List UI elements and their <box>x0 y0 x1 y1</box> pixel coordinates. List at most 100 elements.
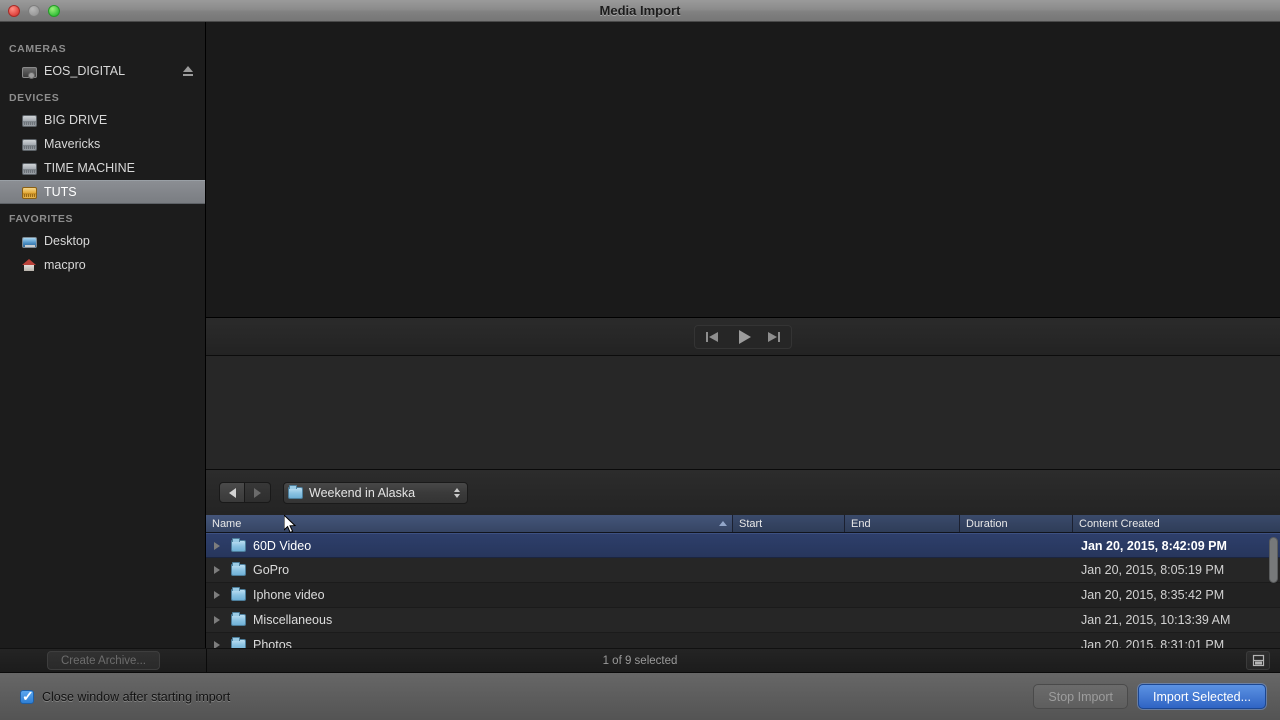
sidebar-item-tuts[interactable]: TUTS <box>0 180 205 204</box>
column-header-end[interactable]: End <box>845 515 960 532</box>
table-row[interactable]: 60D Video Jan 20, 2015, 8:42:09 PM <box>206 533 1280 558</box>
window-title: Media Import <box>599 3 681 18</box>
sidebar-item-macpro[interactable]: macpro <box>0 253 205 277</box>
column-header-duration[interactable]: Duration <box>960 515 1073 532</box>
disclosure-triangle-icon[interactable] <box>214 616 224 624</box>
navigation-buttons <box>219 482 271 503</box>
column-header-label: Start <box>739 517 763 530</box>
folder-icon <box>231 587 246 601</box>
current-folder-label: Weekend in Alaska <box>309 485 416 500</box>
cell-start <box>733 558 845 582</box>
column-header-label: Name <box>212 517 242 530</box>
import-selected-button[interactable]: Import Selected... <box>1138 684 1266 709</box>
selection-status-label: 1 of 9 selected <box>602 654 678 667</box>
cell-name: GoPro <box>206 558 733 582</box>
chevron-updown-icon <box>454 487 461 499</box>
cell-end <box>845 534 960 557</box>
table-row[interactable]: Miscellaneous Jan 21, 2015, 10:13:39 AM <box>206 608 1280 633</box>
sidebar-item-label: macpro <box>44 258 86 272</box>
sort-ascending-icon <box>719 521 727 526</box>
home-icon <box>22 258 37 272</box>
cell-name: Iphone video <box>206 583 733 607</box>
cell-start <box>733 608 845 632</box>
cell-start <box>733 534 845 557</box>
column-header-content-created[interactable]: Content Created <box>1073 515 1273 532</box>
cell-duration <box>960 608 1073 632</box>
cell-content-created: Jan 20, 2015, 8:05:19 PM <box>1081 563 1225 577</box>
drive-icon <box>22 162 37 175</box>
disclosure-triangle-icon[interactable] <box>214 591 224 599</box>
vertical-scrollbar-thumb[interactable] <box>1269 537 1278 583</box>
go-to-end-icon[interactable] <box>763 329 783 345</box>
folder-icon <box>231 562 246 576</box>
sidebar-item-eos-digital[interactable]: EOS_DIGITAL <box>0 59 205 83</box>
file-list: Name Start End Duration Content Created <box>206 515 1280 660</box>
column-header-label: Content Created <box>1079 517 1160 530</box>
path-bar: Weekend in Alaska <box>206 470 1280 515</box>
sidebar-item-label: BIG DRIVE <box>44 113 108 127</box>
play-icon[interactable] <box>733 329 753 345</box>
sidebar-item-time-machine[interactable]: TIME MACHINE <box>0 156 205 180</box>
row-name-label: GoPro <box>253 563 290 577</box>
cell-content-created: Jan 20, 2015, 8:42:09 PM <box>1081 538 1227 553</box>
desktop-icon <box>22 236 37 248</box>
title-bar: Media Import <box>0 0 1280 22</box>
filmstrip-area[interactable] <box>206 356 1280 470</box>
sidebar-section-devices: DEVICES <box>9 92 60 104</box>
sidebar-item-label: TUTS <box>44 185 77 199</box>
cell-end <box>845 583 960 607</box>
drive-icon <box>22 138 37 151</box>
sidebar-item-label: Desktop <box>44 234 90 248</box>
close-after-import-label: Close window after starting import <box>42 689 231 704</box>
cell-name: 60D Video <box>206 534 733 557</box>
sidebar-item-label: Mavericks <box>44 137 101 151</box>
action-buttons: Stop Import Import Selected... <box>1033 684 1266 709</box>
sidebar-item-mavericks[interactable]: Mavericks <box>0 132 205 156</box>
eject-icon[interactable] <box>183 66 193 76</box>
column-header-start[interactable]: Start <box>733 515 845 532</box>
sidebar-section-cameras: CAMERAS <box>9 43 67 55</box>
cell-name: Miscellaneous <box>206 608 733 632</box>
sidebar-item-label: TIME MACHINE <box>44 161 135 175</box>
column-header-name[interactable]: Name <box>206 515 733 532</box>
folder-icon <box>288 484 303 499</box>
drive-icon <box>22 186 37 199</box>
media-import-window: Media Import CAMERAS EOS_DIGITAL DEVICES… <box>0 0 1280 720</box>
main-content: Weekend in Alaska Name Start End Duratio… <box>206 22 1280 660</box>
close-after-import-row[interactable]: Close window after starting import <box>20 688 231 705</box>
cell-content-created: Jan 21, 2015, 10:13:39 AM <box>1081 613 1231 627</box>
column-header-label: Duration <box>966 517 1008 530</box>
cell-end <box>845 608 960 632</box>
drive-icon <box>22 114 37 127</box>
vertical-scrollbar[interactable] <box>1269 535 1278 653</box>
sidebar-item-big-drive[interactable]: BIG DRIVE <box>0 108 205 132</box>
preview-viewer[interactable] <box>206 22 1280 318</box>
forward-button[interactable] <box>245 482 271 503</box>
table-row[interactable]: GoPro Jan 20, 2015, 8:05:19 PM <box>206 558 1280 583</box>
row-name-label: Iphone video <box>253 588 325 602</box>
disclosure-triangle-icon[interactable] <box>214 541 224 550</box>
folder-icon <box>231 537 246 552</box>
view-toggle-button[interactable] <box>1246 651 1270 670</box>
sidebar-item-desktop[interactable]: Desktop <box>0 229 205 253</box>
cell-content-created: Jan 20, 2015, 8:35:42 PM <box>1081 588 1225 602</box>
table-header-row: Name Start End Duration Content Created <box>206 515 1280 533</box>
folder-popup-button[interactable]: Weekend in Alaska <box>283 481 468 504</box>
cell-start <box>733 583 845 607</box>
cell-duration <box>960 534 1073 557</box>
cell-end <box>845 558 960 582</box>
close-after-import-checkbox[interactable] <box>20 688 34 705</box>
sidebar-item-label: EOS_DIGITAL <box>44 64 126 78</box>
status-bar: Create Archive... 1 of 9 selected <box>0 648 1280 674</box>
sidebar: CAMERAS EOS_DIGITAL DEVICES BIG DRIVE Ma… <box>0 22 206 658</box>
cell-duration <box>960 558 1073 582</box>
stop-import-button[interactable]: Stop Import <box>1033 684 1129 709</box>
camera-icon <box>22 66 37 79</box>
disclosure-triangle-icon[interactable] <box>214 566 224 574</box>
column-header-label: End <box>851 517 871 530</box>
folder-icon <box>231 612 246 626</box>
back-button[interactable] <box>219 482 245 503</box>
transport-controls <box>694 324 792 349</box>
go-to-start-icon[interactable] <box>703 329 723 345</box>
table-row[interactable]: Iphone video Jan 20, 2015, 8:35:42 PM <box>206 583 1280 608</box>
